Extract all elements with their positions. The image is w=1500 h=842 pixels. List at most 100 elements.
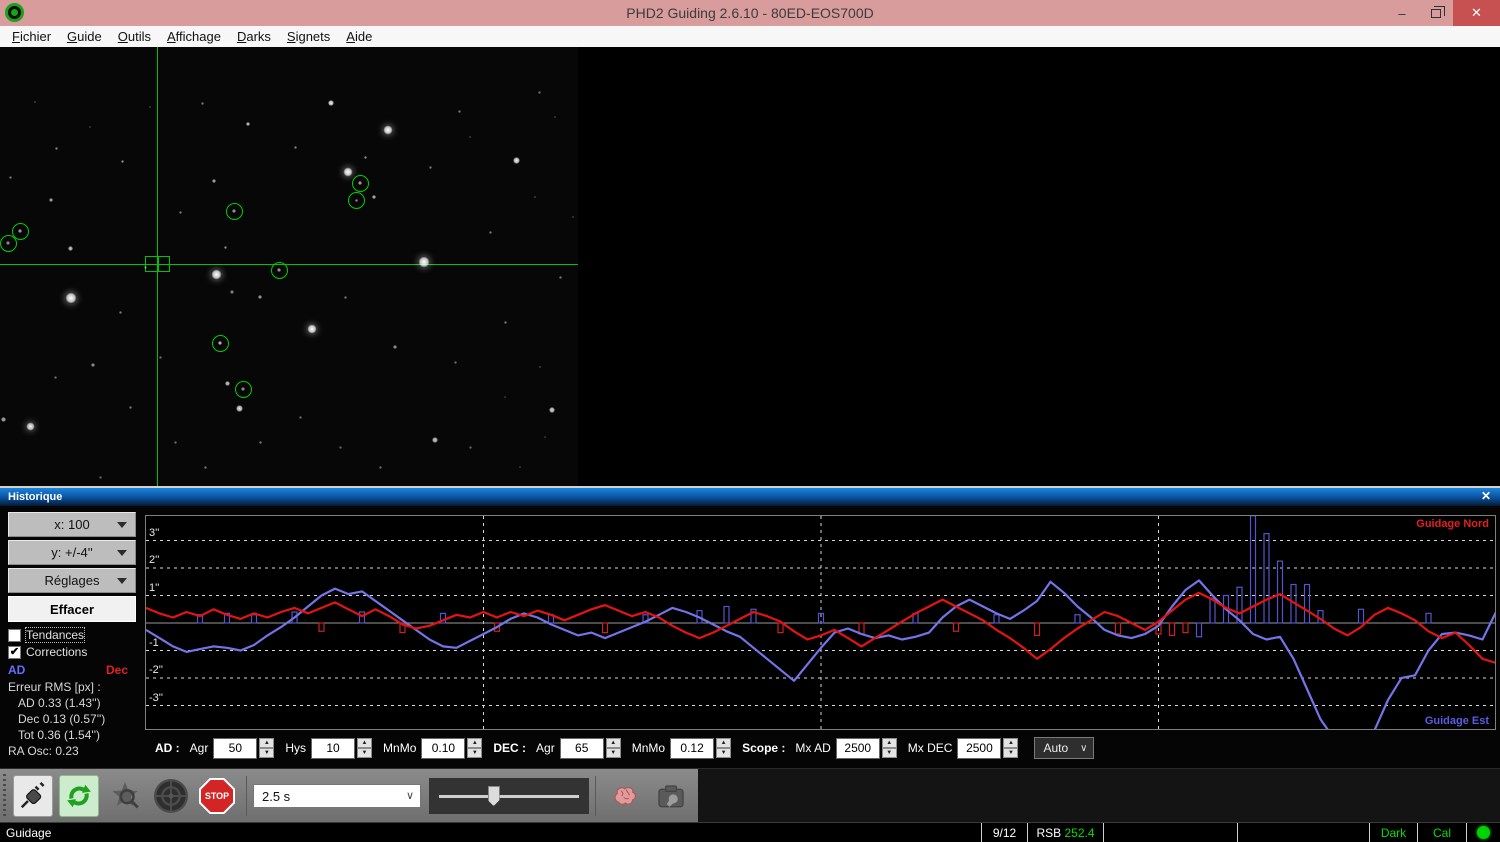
status-mode: Guidage — [6, 825, 52, 840]
starfield[interactable] — [0, 47, 578, 486]
axis-legend: AD Dec — [8, 663, 128, 677]
hysteresis-input[interactable] — [311, 737, 356, 759]
dec-section-label: DEC : — [493, 741, 527, 755]
close-button[interactable]: ✕ — [1453, 0, 1500, 26]
max-ra-input[interactable] — [835, 737, 880, 759]
star — [537, 90, 541, 94]
dec-aggression-input[interactable] — [559, 737, 604, 759]
ra-aggression-label: Agr — [189, 741, 209, 755]
spin-up-icon[interactable]: ▲ — [259, 738, 275, 748]
star — [453, 360, 457, 364]
star — [468, 445, 472, 449]
spin-up-icon[interactable]: ▲ — [1003, 738, 1019, 748]
menu-darks[interactable]: Darks — [229, 27, 279, 46]
minimize-button[interactable]: – — [1385, 0, 1419, 26]
toolbar-grip[interactable] — [3, 774, 6, 818]
spin-up-icon[interactable]: ▲ — [467, 738, 483, 748]
spin-down-icon[interactable]: ▼ — [1003, 748, 1019, 758]
settings-dropdown[interactable]: Réglages — [8, 568, 136, 593]
status-empty-cell — [1237, 822, 1369, 842]
star — [488, 230, 492, 234]
begin-guiding-button[interactable] — [151, 775, 191, 817]
guide-star-circle-icon — [225, 202, 243, 220]
stop-button[interactable]: STOP — [197, 775, 237, 817]
slider-track — [439, 795, 579, 798]
ra-legend-label: AD — [8, 663, 26, 677]
hysteresis-label: Hys — [285, 741, 307, 755]
spin-down-icon[interactable]: ▼ — [605, 748, 621, 758]
corrections-checkbox-label: Corrections — [26, 645, 88, 659]
max-dec-input[interactable] — [957, 737, 1002, 759]
auto-select-star-button[interactable] — [105, 775, 145, 817]
connect-equipment-button[interactable] — [13, 775, 53, 817]
spin-down-icon[interactable]: ▼ — [716, 748, 732, 758]
stretch-slider[interactable] — [429, 778, 589, 814]
guide-star-circle-icon — [211, 334, 229, 352]
hysteresis-spinner: ▲▼ — [311, 737, 373, 759]
slider-thumb[interactable] — [487, 786, 500, 806]
trend-checkbox-row[interactable]: Tendances — [8, 627, 140, 643]
status-snr: RSB 252.4 — [1027, 822, 1103, 842]
spin-up-icon[interactable]: ▲ — [605, 738, 621, 748]
corrections-checkbox-row[interactable]: ✔ Corrections — [8, 645, 140, 659]
ra-minmove-spinner: ▲▼ — [421, 737, 483, 759]
menu-fichier[interactable]: Fichier — [4, 27, 59, 46]
ra-minmove-input[interactable] — [421, 737, 466, 759]
spin-up-icon[interactable]: ▲ — [881, 738, 897, 748]
star — [372, 195, 376, 199]
star — [518, 465, 522, 469]
title-bar: PHD2 Guiding 2.6.10 - 80ED-EOS700D – ✕ — [0, 0, 1500, 26]
star — [503, 395, 507, 399]
guide-star-circle-icon — [270, 261, 288, 279]
y-axis-tick-label: -1 — [149, 636, 159, 649]
dec-guide-mode-select[interactable]: Auto ∨ — [1034, 737, 1095, 759]
menu-signets[interactable]: Signets — [279, 27, 338, 46]
main-toolbar: STOP 2.5 s ∨ — [0, 769, 698, 823]
advanced-settings-button[interactable] — [605, 775, 645, 817]
star — [503, 320, 507, 324]
corrections-checkbox[interactable]: ✔ — [8, 645, 21, 659]
y-scale-label: y: +/-4'' — [51, 545, 93, 560]
star — [383, 125, 393, 135]
camera-settings-button[interactable] — [651, 775, 691, 817]
ra-aggression-input[interactable] — [213, 737, 258, 759]
max-ra-spinner: ▲▼ — [835, 737, 897, 759]
settings-label: Réglages — [44, 573, 100, 588]
y-axis-tick-label: 2'' — [149, 554, 160, 566]
menu-affichage[interactable]: Affichage — [159, 27, 229, 46]
rms-tot: Tot 0.36 (1.54'') — [18, 728, 100, 742]
menu-aide[interactable]: Aide — [338, 27, 380, 46]
star — [468, 135, 472, 139]
spin-down-icon[interactable]: ▼ — [467, 748, 483, 758]
spin-up-icon[interactable]: ▲ — [716, 738, 732, 748]
window-title: PHD2 Guiding 2.6.10 - 80ED-EOS700D — [626, 5, 874, 21]
exposure-select[interactable]: 2.5 s ∨ — [253, 784, 421, 808]
clear-button[interactable]: Effacer — [8, 596, 136, 622]
star — [173, 440, 177, 444]
restore-button[interactable] — [1419, 0, 1453, 26]
menu-guide[interactable]: Guide — [59, 27, 110, 46]
chevron-down-icon — [117, 578, 127, 584]
x-scale-dropdown[interactable]: x: 100 — [8, 512, 136, 537]
guide-params-row: AD : Agr ▲▼ Hys ▲▼ MnMo ▲▼ DEC : Agr ▲▼ — [150, 735, 1095, 761]
star — [98, 475, 102, 479]
y-scale-dropdown[interactable]: y: +/-4'' — [8, 540, 136, 565]
spin-up-icon[interactable]: ▲ — [357, 738, 373, 748]
phd2-window: PHD2 Guiding 2.6.10 - 80ED-EOS700D – ✕ F… — [0, 0, 1500, 842]
scope-section-label: Scope : — [742, 741, 786, 755]
spin-down-icon[interactable]: ▼ — [881, 748, 897, 758]
loop-arrows-icon — [67, 784, 91, 808]
trend-checkbox[interactable] — [8, 628, 21, 642]
loop-exposures-button[interactable] — [59, 775, 99, 817]
menu-outils[interactable]: Outils — [110, 27, 159, 46]
history-close-icon[interactable]: ✕ — [1478, 489, 1494, 503]
star — [25, 421, 35, 431]
history-panel-title: Historique — [8, 491, 63, 503]
star — [88, 125, 92, 129]
graph-plot — [146, 516, 1495, 729]
spin-down-icon[interactable]: ▼ — [357, 748, 373, 758]
star — [293, 145, 297, 149]
dec-minmove-input[interactable] — [670, 737, 715, 759]
spin-down-icon[interactable]: ▼ — [259, 748, 275, 758]
north-guiding-label: Guidage Nord — [1416, 518, 1489, 530]
